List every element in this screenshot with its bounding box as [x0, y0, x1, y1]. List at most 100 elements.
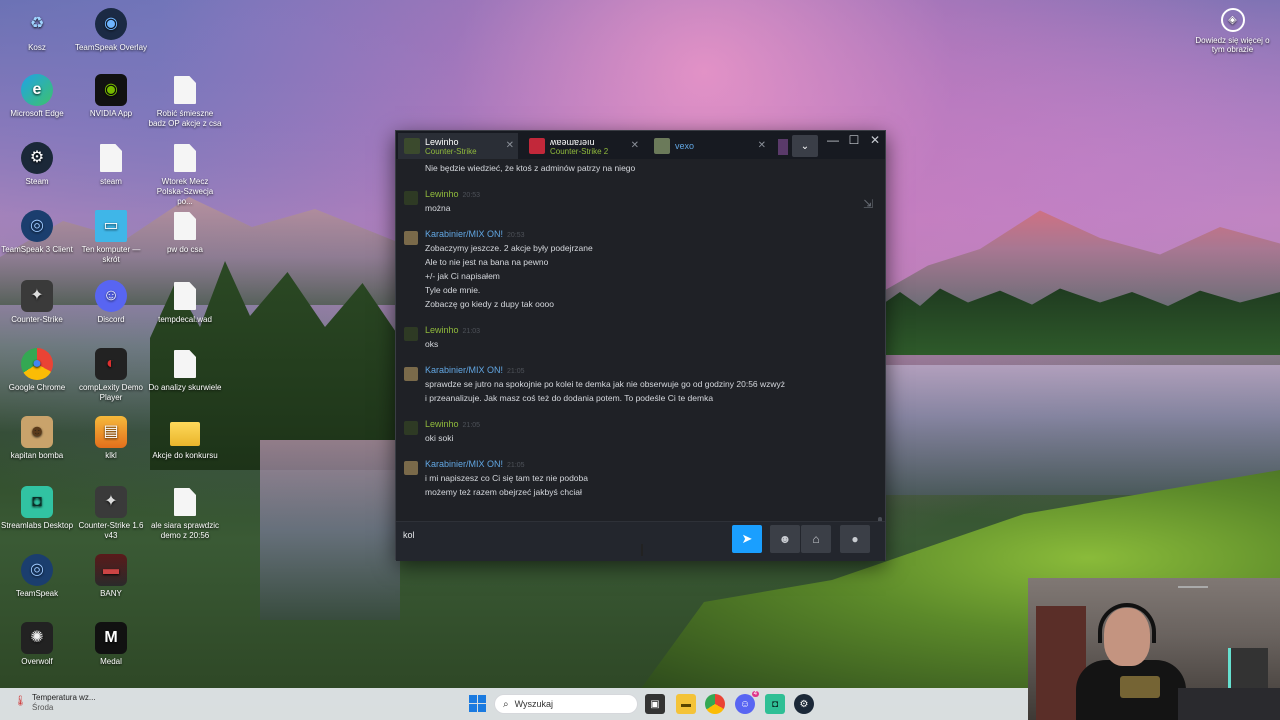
overwolf-icon: ✺	[21, 622, 53, 654]
streamlabs-icon: ◘	[21, 486, 53, 518]
chat-message-list[interactable]: ⇲ Nie będzie wiedzieć, że ktoś z adminów…	[396, 159, 885, 521]
emoji-button[interactable]: ☻	[770, 525, 800, 553]
avatar	[654, 138, 670, 154]
desktop-icon-steam[interactable]: ⚙ Steam	[0, 142, 74, 187]
search-icon: ⌕	[503, 698, 509, 710]
message-text: Nie będzie wiedzieć, że ktoś z adminów p…	[425, 163, 636, 173]
desktop-icon-teamspeak[interactable]: ◎ TeamSpeak	[0, 554, 74, 599]
author-name: Karabinier/MIX ON!	[425, 229, 504, 239]
minimize-button[interactable]: —	[823, 133, 843, 147]
desktop-icon-teamspeak-overlay[interactable]: ◉ TeamSpeak Overlay	[74, 8, 148, 53]
desktop-icon-text-file[interactable]: pw do csa	[148, 210, 222, 255]
message-text: i mi napiszesz co Ci się tam tez nie pod…	[425, 473, 588, 483]
wallpaper-lake-reflection	[260, 440, 400, 620]
tab-status: Counter-Strike 2	[550, 146, 609, 156]
desktop-icon-edge[interactable]: e Microsoft Edge	[0, 74, 74, 119]
tab-status: Counter-Strike	[425, 146, 477, 156]
text-file-icon	[174, 144, 196, 172]
desktop-icon-demo-player[interactable]: ◐ compLexity Demo Player	[74, 348, 148, 403]
desktop-icon-bany[interactable]: ▬ BANY	[74, 554, 148, 599]
message-text: można	[425, 203, 451, 213]
medal-icon: M	[95, 622, 127, 654]
message-author[interactable]: Lewinho 21:03	[425, 325, 480, 335]
chat-tab-lewinho[interactable]: Lewinho Counter-Strike ✕	[398, 133, 518, 159]
avatar	[404, 327, 418, 341]
wallpaper-lake	[885, 365, 1280, 495]
learn-about-picture[interactable]: ◈ Dowiedz się więcej o tym obrazie	[1195, 8, 1270, 54]
desktop-icon-chrome[interactable]: ● Google Chrome	[0, 348, 74, 393]
send-icon: ➤	[741, 531, 753, 546]
webcam-shirt-logo	[1120, 676, 1160, 698]
desktop-icon-wad-file[interactable]: tempdecal.wad	[148, 280, 222, 325]
desktop-icon-teamspeak-client[interactable]: ◎ TeamSpeak 3 Client	[0, 210, 74, 255]
chat-tab-vexo[interactable]: vexo ✕	[648, 133, 770, 159]
tab-name: ʍɐǝɯɐɹǝıu	[550, 136, 595, 147]
maximize-button[interactable]: ☐	[844, 133, 864, 147]
author-name: Lewinho	[425, 189, 459, 199]
pin-icon[interactable]: ⇲	[863, 197, 873, 211]
desktop-icon-counter-strike-16[interactable]: ✦ Counter-Strike 1.6 v43	[74, 486, 148, 541]
desktop-icon-text-file[interactable]: Do analizy skurwiele	[148, 348, 222, 393]
chat-tab-second[interactable]: ʍɐǝɯɐɹǝıu Counter-Strike 2 ✕	[523, 133, 643, 159]
weather-subtitle: Środa	[32, 703, 54, 712]
desktop-icon-counter-strike[interactable]: ✦ Counter-Strike	[0, 280, 74, 325]
desktop-icon-klkl[interactable]: ▤ klkl	[74, 416, 148, 461]
weather-widget[interactable]: 🌡 Temperatura wz... Środa	[14, 693, 96, 713]
desktop-icon-steam-file[interactable]: steam	[74, 142, 148, 187]
discord-icon[interactable]: ☺ 4	[735, 691, 759, 714]
streamlabs-icon[interactable]: ◘	[765, 694, 785, 714]
desktop-icon-streamlabs[interactable]: ◘ Streamlabs Desktop	[0, 486, 74, 531]
avatar	[404, 421, 418, 435]
message-input[interactable]: kol	[403, 530, 415, 540]
voice-button[interactable]: ●	[840, 525, 870, 553]
steam-chat-window[interactable]: Lewinho Counter-Strike ✕ ʍɐǝɯɐɹǝıu Count…	[395, 130, 886, 561]
avatar	[404, 191, 418, 205]
message-author[interactable]: Lewinho 21:05	[425, 419, 480, 429]
desktop-icon-text-file[interactable]: Robić śmieszne badz OP akcje z csa	[148, 74, 222, 129]
desktop-icon-medal[interactable]: M Medal	[74, 622, 148, 667]
message-time: 21:05	[507, 462, 525, 469]
close-button[interactable]: ✕	[865, 133, 885, 147]
chrome-icon[interactable]	[705, 694, 725, 714]
tabs-dropdown-button[interactable]: ⌄	[792, 135, 818, 157]
chat-titlebar[interactable]: Lewinho Counter-Strike ✕ ʍɐǝɯɐɹǝıu Count…	[396, 131, 885, 159]
desktop-icon-folder[interactable]: Akcje do konkursu	[148, 416, 222, 461]
desktop-icon-this-pc[interactable]: ▭ Ten komputer — skrót	[74, 210, 148, 265]
message-text: +/- jak Ci napisałem	[425, 271, 500, 281]
file-icon	[100, 144, 122, 172]
desktop-icon-text-file[interactable]: ale siara sprawdzic demo z 20:56	[148, 486, 222, 541]
tab-name: Lewinho	[425, 136, 459, 147]
tab-close-icon[interactable]: ✕	[506, 140, 514, 151]
tab-name: vexo	[675, 141, 695, 151]
taskbar-search[interactable]: ⌕ Wyszukaj	[494, 694, 638, 714]
file-explorer-icon[interactable]: ▬	[676, 694, 696, 714]
desktop-icon-kapitan-bomba[interactable]: ☻ kapitan bomba	[0, 416, 74, 461]
steam-icon[interactable]: ⚙	[794, 694, 814, 714]
message-time: 20:53	[507, 232, 525, 239]
desktop-icon-overwolf[interactable]: ✺ Overwolf	[0, 622, 74, 667]
message-author[interactable]: Karabinier/MIX ON! 20:53	[425, 229, 525, 239]
desktop-icon-recycle-bin[interactable]: ♻ Kosz	[0, 8, 74, 53]
avatar	[529, 138, 545, 154]
text-file-icon	[174, 350, 196, 378]
kapitan-bomba-icon: ☻	[21, 416, 53, 448]
discord-icon: ☺	[95, 280, 127, 312]
hidden-tab-avatar[interactable]	[778, 139, 788, 155]
task-view-icon[interactable]: ▣	[645, 694, 665, 714]
desktop-icon-text-file[interactable]: Wtorek Mecz Polska-Szwecja po...	[148, 142, 222, 207]
attach-button[interactable]: ⌂	[801, 525, 831, 553]
counter-strike-icon: ✦	[95, 486, 127, 518]
message-author[interactable]: Lewinho 20:53	[425, 189, 480, 199]
send-button[interactable]: ➤	[732, 525, 762, 553]
folder-icon	[170, 422, 200, 446]
search-placeholder: Wyszukaj	[514, 699, 554, 709]
tab-close-icon[interactable]: ✕	[758, 140, 766, 151]
message-text: Zobaczę go kiedy z dupy tak oooo	[425, 299, 554, 309]
message-author[interactable]: Karabinier/MIX ON! 21:05	[425, 459, 525, 469]
message-author[interactable]: Karabinier/MIX ON! 21:05	[425, 365, 525, 375]
tab-close-icon[interactable]: ✕	[631, 140, 639, 151]
message-time: 21:03	[462, 328, 481, 335]
desktop-icon-discord[interactable]: ☺ Discord	[74, 280, 148, 325]
start-button[interactable]	[469, 695, 487, 713]
desktop-icon-nvidia[interactable]: ◉ NVIDIA App	[74, 74, 148, 119]
